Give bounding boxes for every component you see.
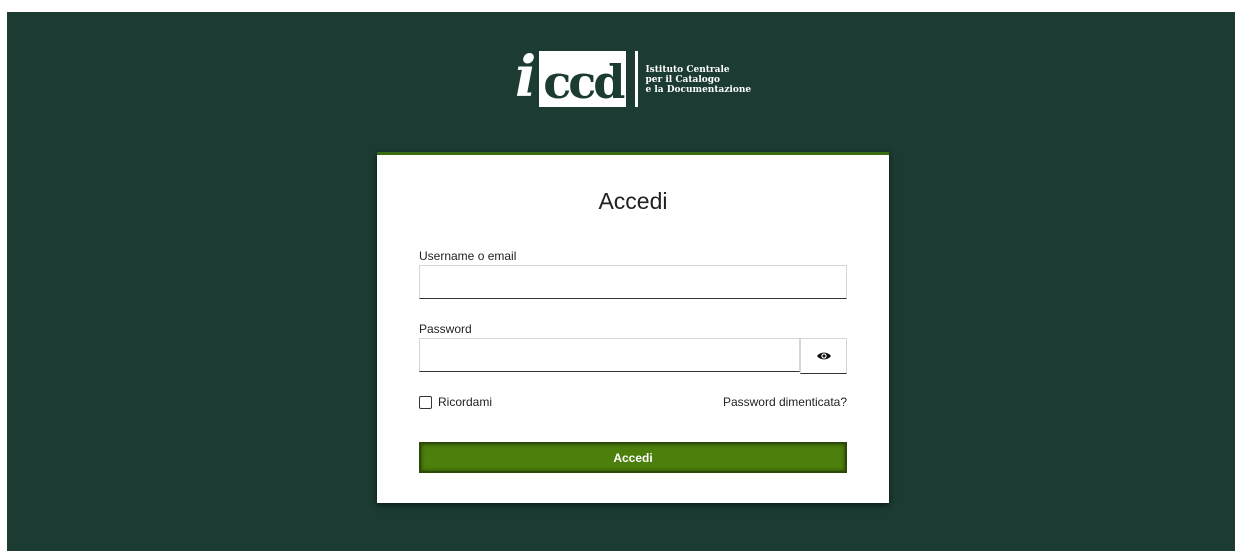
logo-org-line-3: e la Documentazione — [645, 85, 752, 95]
eye-icon — [816, 352, 831, 360]
logo-letter-l — [626, 51, 636, 107]
login-title: Accedi — [598, 188, 668, 214]
forgot-password-link[interactable]: Password dimenticata? — [723, 395, 847, 409]
logo-box: ccd — [539, 51, 639, 109]
password-label: Password — [419, 322, 472, 336]
login-submit-button[interactable]: Accedi — [419, 442, 847, 473]
remember-checkbox[interactable] — [419, 395, 432, 409]
login-page-background: i ccd Istituto Centrale per il Catalogo … — [7, 12, 1235, 551]
logo-letters-ccd: ccd — [543, 55, 625, 109]
logo-org-name: Istituto Centrale per il Catalogo e la D… — [645, 65, 751, 95]
show-password-button[interactable] — [800, 338, 847, 374]
username-input[interactable] — [419, 265, 847, 299]
logo-org-line-1: Istituto Centrale — [645, 65, 730, 75]
logo-org-line-2: per il Catalogo — [645, 75, 721, 85]
logo-letter-i: i — [515, 44, 537, 110]
username-label: Username o email — [419, 249, 517, 263]
login-card: Accedi Username o email Password Ricorda… — [377, 152, 889, 503]
iccd-logo: i ccd Istituto Centrale per il Catalogo … — [515, 38, 751, 112]
remember-me[interactable]: Ricordami — [419, 395, 492, 409]
remember-label: Ricordami — [438, 395, 493, 409]
password-input[interactable] — [419, 338, 800, 372]
